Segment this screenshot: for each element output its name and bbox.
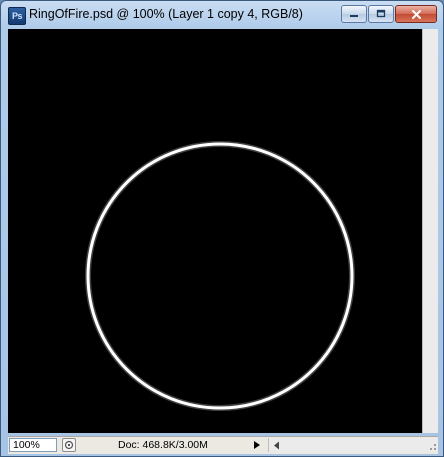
- resize-grip[interactable]: [424, 438, 438, 452]
- document-canvas[interactable]: [8, 29, 422, 433]
- document-size-info: Doc: 468.8K/3.00M: [118, 439, 208, 451]
- window-title: RingOfFire.psd @ 100% (Layer 1 copy 4, R…: [29, 7, 303, 21]
- status-bar: 100% Doc: 468.8K/3.00M: [8, 436, 438, 454]
- close-icon: [411, 9, 421, 19]
- photoshop-icon-text: Ps: [11, 11, 23, 21]
- maximize-button[interactable]: [368, 5, 394, 23]
- scroll-left-icon: [273, 441, 279, 449]
- motion-streaks: [8, 145, 351, 407]
- play-arrow-icon: [254, 441, 260, 449]
- minimize-icon: [350, 15, 358, 17]
- canvas-area: [8, 29, 438, 433]
- scroll-left-button[interactable]: [269, 438, 283, 452]
- vertical-scrollbar[interactable]: [422, 29, 438, 433]
- document-window: Ps RingOfFire.psd @ 100% (Layer 1 copy 4…: [0, 0, 444, 457]
- maximize-icon: [376, 9, 386, 18]
- title-bar[interactable]: Ps RingOfFire.psd @ 100% (Layer 1 copy 4…: [1, 1, 443, 29]
- status-info-icon[interactable]: [62, 438, 76, 452]
- minimize-button[interactable]: [341, 5, 367, 23]
- status-info-glyph: [64, 440, 74, 450]
- resize-grip-icon: [430, 444, 436, 450]
- close-button[interactable]: [395, 5, 437, 23]
- photoshop-icon: Ps: [8, 7, 26, 25]
- status-menu-arrow[interactable]: [250, 438, 264, 452]
- zoom-level-field[interactable]: 100%: [9, 438, 57, 452]
- horizontal-scrollbar[interactable]: [268, 438, 438, 452]
- window-controls: [341, 5, 437, 23]
- ring-of-fire-artwork: [8, 141, 355, 411]
